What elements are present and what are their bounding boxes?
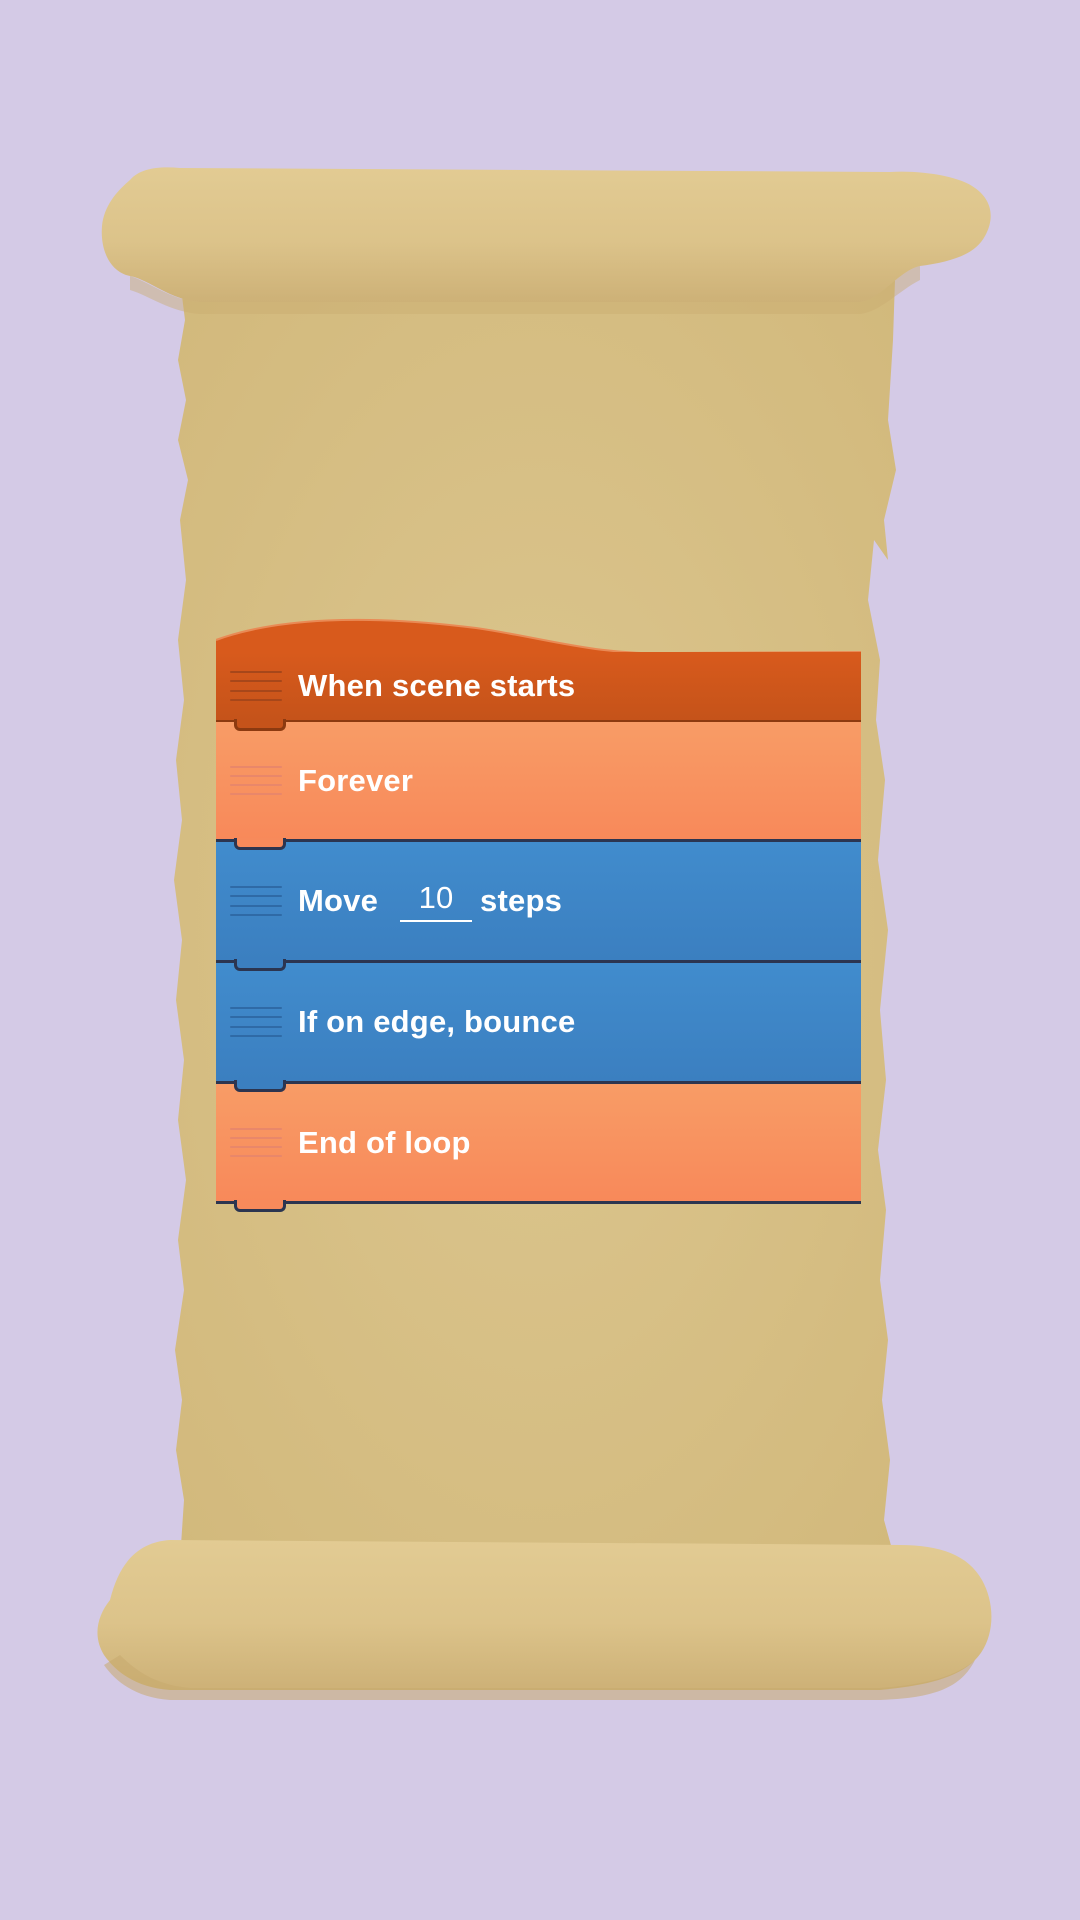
- top-roll: [101, 167, 991, 302]
- end-of-loop-block[interactable]: End of loop: [216, 1084, 861, 1212]
- block-label: When scene starts: [298, 668, 576, 703]
- forever-block[interactable]: Forever: [216, 722, 861, 850]
- block-label: Forever: [298, 762, 414, 798]
- when-scene-starts-block[interactable]: When scene starts: [216, 652, 861, 731]
- block-label: End of loop: [298, 1124, 471, 1160]
- steps-label: steps: [480, 883, 563, 918]
- block-connector: [234, 719, 286, 731]
- drag-handle-icon[interactable]: [230, 1007, 282, 1037]
- move-label: Move: [298, 883, 379, 918]
- block-connector: [234, 838, 286, 850]
- block-connector: [234, 1080, 286, 1092]
- block-label: If on edge, bounce: [298, 1004, 576, 1039]
- bounce-block[interactable]: If on edge, bounce: [216, 963, 861, 1092]
- script-area: When scene starts Forever Move 10 steps …: [216, 618, 861, 1212]
- block-label: Move 10 steps: [298, 880, 562, 922]
- drag-handle-icon[interactable]: [230, 886, 282, 916]
- steps-input[interactable]: 10: [400, 880, 473, 922]
- drag-handle-icon[interactable]: [230, 1127, 282, 1158]
- drag-handle-icon[interactable]: [230, 765, 282, 796]
- block-connector: [234, 959, 286, 971]
- drag-handle-icon[interactable]: [230, 671, 282, 701]
- block-connector: [234, 1200, 286, 1212]
- move-steps-block[interactable]: Move 10 steps: [216, 842, 861, 971]
- bottom-roll: [97, 1540, 992, 1690]
